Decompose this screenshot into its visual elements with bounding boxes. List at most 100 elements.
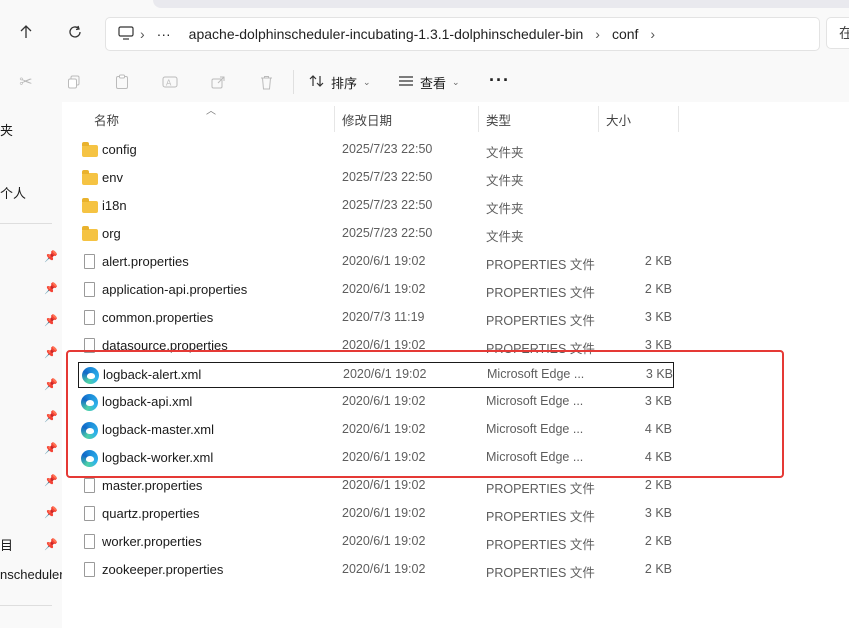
file-date: 2025/7/23 22:50 [342,142,433,156]
file-date: 2020/6/1 19:02 [342,254,426,268]
sort-icon [309,74,325,91]
file-row[interactable]: org 2025/7/23 22:50 文件夹 [78,222,674,248]
file-date: 2020/7/3 11:19 [342,310,425,324]
file-type: PROPERTIES 文件 [486,510,595,524]
file-type: 文件夹 [486,202,524,216]
file-icon [84,506,95,521]
file-row[interactable]: alert.properties 2020/6/1 19:02 PROPERTI… [78,250,674,276]
share-icon[interactable] [206,70,230,94]
nav-item-folder[interactable]: 目 [0,535,13,554]
file-row[interactable]: zookeeper.properties 2020/6/1 19:02 PROP… [78,558,674,584]
pin-icon[interactable]: 📌 [44,441,58,455]
file-row[interactable]: worker.properties 2020/6/1 19:02 PROPERT… [78,530,674,556]
chevron-right-icon[interactable]: › [650,26,655,42]
pin-icon[interactable]: 📌 [44,313,58,327]
folder-icon [82,226,98,241]
file-row[interactable]: config 2025/7/23 22:50 文件夹 [78,138,674,164]
file-name: zookeeper.properties [102,562,224,577]
folder-icon [82,142,98,157]
pin-icon[interactable]: 📌 [44,377,58,391]
pin-icon[interactable]: 📌 [44,281,58,295]
file-row[interactable]: env 2025/7/23 22:50 文件夹 [78,166,674,192]
sort-label: 排序 [331,75,358,91]
file-name: worker.properties [102,534,202,549]
column-header-date[interactable]: 修改日期 [342,110,392,129]
folder-icon [82,198,98,213]
sort-ascending-icon: ︿ [206,106,216,117]
file-name: config [102,142,137,157]
nav-item-partial[interactable]: 夹 [0,120,13,139]
file-size: 2 KB [644,562,672,576]
column-divider[interactable] [334,106,335,132]
nav-item-dolphinscheduler[interactable]: nscheduler [0,567,64,582]
nav-item-personal[interactable]: 个人 [0,183,26,202]
file-type: 文件夹 [486,230,524,244]
toolbar-divider [293,70,294,94]
file-name: quartz.properties [102,506,200,521]
folder-icon [82,170,98,185]
chevron-down-icon: ⌄ [363,76,371,87]
file-row[interactable]: common.properties 2020/7/3 11:19 PROPERT… [78,306,674,332]
column-divider[interactable] [478,106,479,132]
file-icon [84,534,95,549]
file-icon [84,254,95,269]
file-type: 文件夹 [486,174,524,188]
file-row[interactable]: quartz.properties 2020/6/1 19:02 PROPERT… [78,502,674,528]
search-box[interactable]: 在 [826,17,849,49]
column-header-type[interactable]: 类型 [486,110,511,129]
nav-divider [0,605,52,606]
file-size: 2 KB [644,254,672,268]
file-type: PROPERTIES 文件 [486,482,595,496]
file-size: 3 KB [644,310,672,324]
file-row[interactable]: application-api.properties 2020/6/1 19:0… [78,278,674,304]
nav-divider [0,223,52,224]
column-header-size[interactable]: 大小 [606,110,631,129]
pin-icon[interactable]: 📌 [44,473,58,487]
file-date: 2025/7/23 22:50 [342,170,433,184]
chevron-right-icon[interactable]: › [595,26,600,42]
file-name: common.properties [102,310,214,325]
more-options-button[interactable]: ··· [489,70,510,91]
column-divider[interactable] [678,106,679,132]
file-size: 2 KB [644,534,672,548]
file-date: 2020/6/1 19:02 [342,534,426,548]
column-header-name[interactable]: 名称 [94,110,119,129]
file-icon [84,282,95,297]
file-row[interactable]: i18n 2025/7/23 22:50 文件夹 [78,194,674,220]
view-button[interactable]: 查看 ⌄ [398,70,460,94]
breadcrumb-overflow[interactable]: ··· [157,26,171,42]
column-divider[interactable] [598,106,599,132]
file-name: org [102,226,121,241]
file-name: application-api.properties [102,282,248,297]
paste-icon[interactable] [110,70,134,94]
breadcrumb-segment-conf[interactable]: conf [612,26,638,42]
view-list-icon [398,75,414,90]
file-icon [84,478,95,493]
delete-icon[interactable] [254,70,278,94]
pin-icon[interactable]: 📌 [44,345,58,359]
pin-icon[interactable]: 📌 [44,537,58,551]
address-bar[interactable]: › ··· apache-dolphinscheduler-incubating… [105,17,820,51]
chevron-right-icon[interactable]: › [140,26,145,42]
pin-icon[interactable]: 📌 [44,409,58,423]
file-name: master.properties [102,478,203,493]
file-name: i18n [102,198,127,213]
file-type: PROPERTIES 文件 [486,258,595,272]
sort-button[interactable]: 排序 ⌄ [309,70,371,94]
file-date: 2020/6/1 19:02 [342,478,426,492]
cut-icon[interactable]: ✂ [14,70,38,94]
breadcrumb-segment-bin-folder[interactable]: apache-dolphinscheduler-incubating-1.3.1… [189,26,584,42]
file-date: 2025/7/23 22:50 [342,226,433,240]
rename-icon[interactable]: A [158,70,182,94]
up-arrow-icon[interactable] [12,18,40,46]
refresh-icon[interactable] [61,18,89,46]
file-date: 2025/7/23 22:50 [342,198,433,212]
pin-icon[interactable]: 📌 [44,505,58,519]
copy-icon[interactable] [62,70,86,94]
file-size: 2 KB [644,282,672,296]
computer-icon[interactable] [118,25,134,43]
window-tab-strip [153,0,849,8]
pin-icon[interactable]: 📌 [44,249,58,263]
file-type: PROPERTIES 文件 [486,286,595,300]
file-icon [84,562,95,577]
